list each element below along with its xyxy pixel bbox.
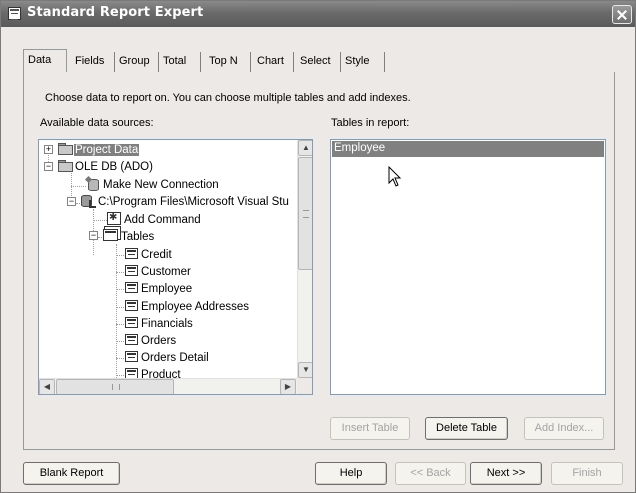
mouse-cursor-icon xyxy=(388,166,402,187)
tree-item-label: Employee Addresses xyxy=(141,301,250,313)
tree-connector xyxy=(116,307,124,308)
tree-item-label: Project Data xyxy=(74,144,140,156)
tab-group[interactable]: Group xyxy=(115,52,159,72)
tree-connector xyxy=(93,220,107,221)
tree-connector xyxy=(116,255,124,256)
tree-item-table[interactable]: Employee Addresses xyxy=(125,299,250,316)
collapse-toggle[interactable]: − xyxy=(89,231,98,240)
tables-in-report-label: Tables in report: xyxy=(331,117,410,129)
table-icon xyxy=(125,248,138,259)
scroll-right-icon[interactable]: ▶ xyxy=(280,379,296,394)
folder-icon xyxy=(58,143,73,155)
tree-item-table[interactable]: Customer xyxy=(125,264,192,281)
tree-connector xyxy=(116,341,124,342)
tree-item-table[interactable]: Employee xyxy=(125,281,193,298)
tree-horizontal-scrollbar[interactable]: ◀ ▶ xyxy=(39,378,297,394)
scrollbar-corner xyxy=(297,378,312,394)
scroll-down-icon[interactable]: ▼ xyxy=(298,362,312,378)
tree-item-label: Tables xyxy=(121,231,155,243)
scroll-left-icon[interactable]: ◀ xyxy=(39,379,55,394)
horizontal-scroll-thumb[interactable] xyxy=(56,379,174,394)
tree-item-label: Financials xyxy=(141,318,193,330)
tab-select[interactable]: Select xyxy=(296,52,341,72)
tables-icon xyxy=(103,229,118,241)
tree-item-label: Make New Connection xyxy=(103,179,219,191)
tree-item-label: Add Command xyxy=(124,214,201,226)
tree-connector xyxy=(71,186,86,187)
tree-item-label: Credit xyxy=(141,249,172,261)
tree-connector xyxy=(116,375,124,376)
tree-item-table[interactable]: Product xyxy=(125,367,182,378)
available-sources-label: Available data sources: xyxy=(40,117,154,129)
tree-item-add-command[interactable]: Add Command xyxy=(107,210,202,229)
tab-style[interactable]: Style xyxy=(341,52,385,72)
tree-connector xyxy=(116,324,124,325)
folder-icon xyxy=(58,160,73,172)
report-expert-window: Standard Report Expert Data Fields Group… xyxy=(0,0,636,493)
tree-item-table[interactable]: Financials xyxy=(125,316,194,333)
tab-total[interactable]: Total xyxy=(159,52,201,72)
table-icon xyxy=(125,317,138,328)
instruction-text: Choose data to report on. You can choose… xyxy=(45,92,411,104)
finish-button[interactable]: Finish xyxy=(551,462,623,485)
close-button[interactable] xyxy=(612,5,632,24)
tab-chart[interactable]: Chart xyxy=(253,52,294,72)
app-icon xyxy=(8,7,21,20)
tree-connector xyxy=(116,289,124,290)
vertical-scroll-thumb[interactable] xyxy=(298,157,312,270)
collapse-toggle[interactable]: − xyxy=(67,197,76,206)
tree-item-label: Employee xyxy=(141,283,193,295)
blank-report-button[interactable]: Blank Report xyxy=(23,462,120,485)
title-bar[interactable]: Standard Report Expert xyxy=(1,1,635,27)
tree-item-label: Customer xyxy=(141,266,191,278)
tree-item-ole-db[interactable]: OLE DB (ADO) xyxy=(58,159,154,176)
tree-item-tables[interactable]: Tables xyxy=(103,229,155,246)
tab-fields[interactable]: Fields xyxy=(71,52,115,72)
table-icon xyxy=(125,351,138,362)
tree-item-label: Product xyxy=(141,369,181,378)
tables-in-report-list[interactable]: Employee xyxy=(330,139,606,395)
delete-table-button[interactable]: Delete Table xyxy=(425,417,508,440)
tree-item-label: C:\Program Files\Microsoft Visual Stu xyxy=(98,196,289,208)
tree-item-label: Orders Detail xyxy=(141,352,209,364)
table-icon xyxy=(125,334,138,345)
window-title: Standard Report Expert xyxy=(27,5,204,20)
tree-connector xyxy=(116,272,124,273)
next-button[interactable]: Next >> xyxy=(470,462,542,485)
expand-toggle[interactable]: + xyxy=(44,145,53,154)
add-command-icon xyxy=(107,210,121,226)
tree-item-label: Orders xyxy=(141,335,177,347)
collapse-toggle[interactable]: − xyxy=(44,162,53,171)
tree-item-connection[interactable]: C:\Program Files\Microsoft Visual Stu xyxy=(79,194,290,211)
table-icon xyxy=(125,368,138,378)
tree-vertical-scrollbar[interactable]: ▲ ▼ xyxy=(297,140,312,378)
tree-item-table[interactable]: Orders xyxy=(125,333,177,350)
report-table-item[interactable]: Employee xyxy=(332,141,604,157)
database-connection-icon xyxy=(79,194,96,208)
table-icon xyxy=(125,265,138,276)
table-icon xyxy=(125,282,138,293)
add-index-button[interactable]: Add Index... xyxy=(524,417,604,440)
tree-item-make-new-connection[interactable]: Make New Connection xyxy=(86,177,220,194)
table-icon xyxy=(125,300,138,311)
data-source-tree[interactable]: + − − − Project Data OLE DB (ADO) Make N… xyxy=(38,139,313,395)
tree-item-label: OLE DB (ADO) xyxy=(75,161,153,173)
new-connection-icon xyxy=(86,177,100,191)
tree-connector xyxy=(116,358,124,359)
scroll-up-icon[interactable]: ▲ xyxy=(298,140,312,156)
tab-top-n[interactable]: Top N xyxy=(205,52,251,72)
tree-content: + − − − Project Data OLE DB (ADO) Make N… xyxy=(39,140,297,378)
insert-table-button[interactable]: Insert Table xyxy=(330,417,410,440)
tree-item-table[interactable]: Credit xyxy=(125,247,173,264)
tree-item-project-data[interactable]: Project Data xyxy=(58,142,140,159)
help-button[interactable]: Help xyxy=(315,462,387,485)
tree-item-table[interactable]: Orders Detail xyxy=(125,350,210,367)
back-button[interactable]: << Back xyxy=(395,462,466,485)
tab-data[interactable]: Data xyxy=(23,49,67,72)
